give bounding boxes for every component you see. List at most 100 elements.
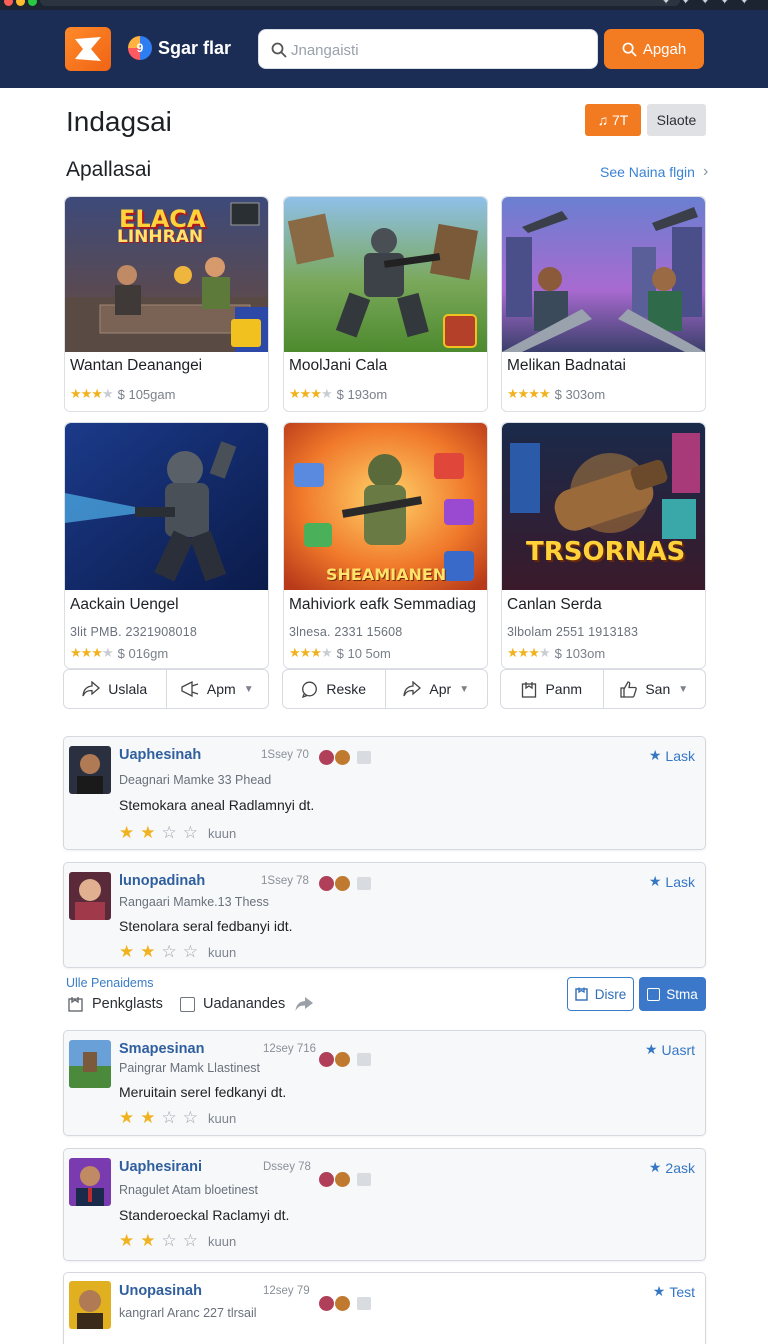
review-action-button[interactable]: ★ 2ask: [649, 1159, 695, 1176]
game-thumbnail: [284, 197, 487, 352]
filter-checkbox-2[interactable]: Uadanandes: [180, 996, 285, 1012]
game-thumbnail: TRSORNAS: [502, 423, 705, 590]
maximize-window-icon[interactable]: [28, 0, 37, 6]
filter-checkbox-1[interactable]: Penkglasts: [68, 996, 163, 1012]
checkbox[interactable]: [180, 996, 195, 1012]
reviewer-badges: [319, 750, 371, 765]
search-button[interactable]: Apgah: [604, 29, 704, 69]
badge-icon: [319, 1052, 334, 1067]
game-thumbnail: [502, 197, 705, 352]
announce-dropdown[interactable]: Apm ▼: [165, 670, 269, 708]
badge-square-icon: [357, 877, 371, 890]
star-icon: ★: [652, 1283, 666, 1299]
game-meta: 3lnesa. 2331 15608: [289, 625, 403, 639]
reviewer-name[interactable]: Uaphesirani: [119, 1159, 202, 1175]
game-price: $ 303om: [554, 386, 606, 402]
bookmark-button[interactable]: Panm: [501, 670, 603, 708]
game-card[interactable]: SHEAMIANEN Mahiviork eafk Semmadiag 3lne…: [283, 422, 488, 669]
game-card[interactable]: MoolJani Cala ★★★★ $ 193om: [283, 196, 488, 412]
game-name: Mahiviork eafk Semmadiag: [289, 596, 476, 613]
game-name: Melikan Badnatai: [507, 357, 626, 374]
chevron-right-icon: ›: [702, 163, 709, 180]
rating-stars: ★★★★: [289, 645, 333, 660]
close-window-icon[interactable]: [4, 0, 13, 6]
stars-label: kuun: [208, 944, 237, 960]
stars-label: kuun: [208, 1233, 237, 1249]
like-dropdown[interactable]: San ▼: [602, 670, 706, 708]
review-text: Standeroeckal Raclamyi dt.: [119, 1207, 290, 1223]
slate-button[interactable]: Slaote: [647, 104, 706, 136]
game-card[interactable]: TRSORNAS Canlan Serda 3lbolam 2551 19131…: [501, 422, 706, 669]
caret-down-icon: ▼: [459, 683, 470, 695]
card-action-bar: Panm San ▼: [500, 669, 706, 709]
app-header: 9 Sgar flar Apgah: [0, 10, 768, 88]
game-card[interactable]: ELACA LINHRAN Wantan Deanangei ★★★★ $ 10…: [64, 196, 269, 412]
see-all-link[interactable]: See Naina flgin ›: [600, 163, 708, 181]
checkbox-label: Penkglasts: [92, 996, 163, 1012]
reviewer-badges: [319, 1172, 371, 1187]
avatar[interactable]: [69, 1281, 111, 1329]
thumb-title: TRSORNAS: [526, 537, 686, 567]
game-price: $ 016gm: [117, 645, 169, 661]
game-card[interactable]: Aackain Uengel 3lit PMB. 2321908018 ★★★★…: [64, 422, 269, 669]
game-rating: ★★★★ $ 105gam: [70, 386, 175, 402]
music-button[interactable]: ♫ 7T: [585, 104, 641, 136]
review-stars: ★ ★ ☆ ☆ kuun: [119, 1231, 237, 1250]
avatar[interactable]: [69, 1158, 111, 1206]
game-name: Wantan Deanangei: [70, 357, 203, 374]
game-thumbnail: ELACA LINHRAN: [65, 197, 268, 352]
share-button[interactable]: Uslala: [64, 670, 166, 708]
review-action-button[interactable]: ★ Lask: [649, 747, 695, 764]
badge-icon: [319, 1296, 334, 1311]
card-action-bar: Reske Apr ▼: [282, 669, 488, 709]
share-dropdown[interactable]: Apr ▼: [384, 670, 488, 708]
review-action-button[interactable]: ★ Lask: [649, 873, 695, 890]
address-bar[interactable]: [40, 0, 680, 6]
star-icon: ★: [648, 1159, 662, 1175]
search-button-label: Apgah: [642, 40, 687, 58]
reviewer-badges: [319, 1052, 371, 1067]
badge-square-icon: [357, 1053, 371, 1066]
game-meta: 3lit PMB. 2321908018: [70, 625, 198, 639]
reviewer-badges: [319, 1296, 371, 1311]
toolbar-icons[interactable]: ✦✦✦✦✦: [662, 0, 760, 7]
review-subtitle: Paingrar Mamk Llastinest: [119, 1061, 261, 1075]
rating-stars: ★★★★: [507, 645, 551, 660]
review-item: Smapesinan 12sey 716 Paingrar Mamk Llast…: [63, 1030, 706, 1136]
review-action-label: Test: [669, 1283, 695, 1300]
review-item: Uaphesinah 1Ssey 70 Deagnari Mamke 33 Ph…: [63, 736, 706, 850]
reviewer-name[interactable]: Unopasinah: [119, 1283, 202, 1299]
minimize-window-icon[interactable]: [16, 0, 25, 6]
badge-icon: [319, 1172, 334, 1187]
section-title: Apallasai: [66, 158, 152, 181]
see-all-label: See Naina flgin: [600, 164, 695, 180]
badge-icon: [335, 1172, 350, 1187]
review-action-button[interactable]: ★ Test: [653, 1283, 695, 1300]
app-logo[interactable]: [65, 27, 111, 71]
avatar[interactable]: [69, 872, 111, 920]
search-input[interactable]: [291, 39, 581, 61]
game-card[interactable]: Melikan Badnatai ★★★★ $ 303om: [501, 196, 706, 412]
reviewer-name[interactable]: lunopadinah: [119, 873, 205, 889]
brand[interactable]: 9 Sgar flar: [128, 36, 231, 60]
comment-button[interactable]: Reske: [283, 670, 385, 708]
review-stars: ★ ★ ☆ ☆ kuun: [119, 1108, 237, 1127]
review-text: Meruitain serel fedkanyi dt.: [119, 1084, 287, 1100]
avatar[interactable]: [69, 1040, 111, 1088]
review-action-button[interactable]: ★ Uasrt: [645, 1041, 695, 1058]
reviewer-name[interactable]: Smapesinan: [119, 1041, 204, 1057]
primary-action-button[interactable]: Stma: [639, 977, 706, 1011]
review-date: 12sey 716: [263, 1043, 317, 1055]
search-icon: [271, 42, 287, 58]
avatar[interactable]: [69, 746, 111, 794]
share-arrow-icon[interactable]: [294, 995, 314, 1018]
bookmark-icon: [522, 681, 537, 698]
star-icon: ★: [644, 1041, 658, 1057]
outline-action-button[interactable]: Disre: [567, 977, 634, 1011]
megaphone-icon: [181, 681, 199, 697]
reviewer-name[interactable]: Uaphesinah: [119, 747, 201, 763]
game-name: Canlan Serda: [507, 596, 602, 613]
badge-icon: [319, 750, 334, 765]
action-label: Uslala: [108, 681, 148, 697]
chat-icon: [302, 681, 318, 698]
